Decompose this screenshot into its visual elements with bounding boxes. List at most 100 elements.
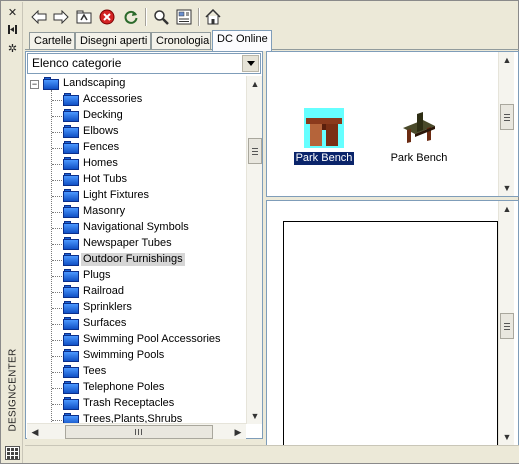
toolbar-separator <box>145 8 147 26</box>
scroll-up-arrow-icon[interactable]: ▲ <box>499 52 515 68</box>
tree-node[interactable]: Decking <box>27 108 246 124</box>
stop-icon[interactable] <box>97 7 117 27</box>
folder-icon <box>63 109 79 122</box>
tree-node-label: Telephone Poles <box>83 381 165 393</box>
tree-node-root[interactable]: − Landscaping <box>27 76 246 92</box>
tab-underline <box>25 49 519 50</box>
tree-node-label: Plugs <box>83 269 111 281</box>
scroll-down-arrow-icon[interactable]: ▼ <box>499 180 515 196</box>
folder-icon <box>43 77 59 90</box>
scroll-left-arrow-icon[interactable]: ◀ <box>27 424 43 440</box>
content-item[interactable]: Park Bench <box>379 108 459 165</box>
favorites-icon[interactable] <box>174 7 194 27</box>
category-dropdown[interactable]: Elenco categorie <box>27 53 261 74</box>
up-icon[interactable] <box>74 7 94 27</box>
tree-node[interactable]: Masonry <box>27 204 246 220</box>
park-bench-front-thumbnail[interactable] <box>304 108 344 148</box>
tab-cartelle[interactable]: Cartelle <box>29 32 75 50</box>
scroll-up-arrow-icon[interactable]: ▲ <box>247 76 263 92</box>
grid-icon[interactable] <box>5 446 20 460</box>
tree-vertical-scrollbar[interactable]: ▲ ▼ <box>246 76 262 424</box>
folder-icon <box>63 333 79 346</box>
folder-icon <box>63 269 79 282</box>
scrollbar-thumb[interactable] <box>500 313 514 339</box>
tree-horizontal-scrollbar[interactable]: ◀ ▶ <box>27 423 246 439</box>
tree-node[interactable]: Trash Receptacles <box>27 396 246 412</box>
tree-node[interactable]: Newspaper Tubes <box>27 236 246 252</box>
vertical-title-bar[interactable]: ✕ ✲ DESIGNCENTER <box>2 2 23 463</box>
tree-node[interactable]: Hot Tubs <box>27 172 246 188</box>
tree-node[interactable]: Plugs <box>27 268 246 284</box>
folder-icon <box>63 301 79 314</box>
folder-icon <box>63 141 79 154</box>
folder-icon <box>63 253 79 266</box>
folder-icon <box>63 349 79 362</box>
preview-vertical-scrollbar[interactable]: ▲ ▼ <box>498 201 514 445</box>
tree-node-label: Swimming Pool Accessories <box>83 333 221 345</box>
tree-node-label: Navigational Symbols <box>83 221 189 233</box>
scroll-down-arrow-icon[interactable]: ▼ <box>247 408 263 424</box>
tree-node[interactable]: Outdoor Furnishings <box>27 252 246 268</box>
scroll-down-arrow-icon[interactable]: ▼ <box>499 429 515 445</box>
tree-node[interactable]: Railroad <box>27 284 246 300</box>
status-bar <box>25 445 519 463</box>
scroll-right-arrow-icon[interactable]: ▶ <box>230 424 246 440</box>
tree-node[interactable]: Homes <box>27 156 246 172</box>
search-icon[interactable] <box>151 7 171 27</box>
tree-node[interactable]: Accessories <box>27 92 246 108</box>
tab-dc-online[interactable]: DC Online <box>212 30 272 51</box>
category-dropdown-value: Elenco categorie <box>32 56 122 70</box>
scroll-up-arrow-icon[interactable]: ▲ <box>499 201 515 217</box>
tree-node[interactable]: Navigational Symbols <box>27 220 246 236</box>
tab-disegni-aperti[interactable]: Disegni aperti <box>75 32 151 50</box>
preview-frame <box>283 221 498 447</box>
panel-title-text: DESIGNCENTER <box>7 348 19 432</box>
chevron-down-icon[interactable] <box>242 55 259 72</box>
tree-node-label: Homes <box>83 157 118 169</box>
collapse-icon[interactable]: − <box>30 80 39 89</box>
autohide-icon[interactable] <box>6 24 19 37</box>
tree-node-label: Masonry <box>83 205 126 217</box>
tree-node-label: Trash Receptacles <box>83 397 175 409</box>
close-icon[interactable]: ✕ <box>6 6 19 19</box>
tree-node-label: Accessories <box>83 93 143 105</box>
tree-node[interactable]: Fences <box>27 140 246 156</box>
tree-node-label: Light Fixtures <box>83 189 150 201</box>
tree-node-label: Swimming Pools <box>83 349 165 361</box>
park-bench-iso-thumbnail[interactable] <box>399 108 439 148</box>
tree-node-label: Outdoor Furnishings <box>81 253 185 266</box>
category-tree: − Landscaping Accessories Decking Elbows Fenc… <box>27 76 246 424</box>
tree-node-label: Elbows <box>83 125 119 137</box>
scrollbar-thumb[interactable] <box>500 104 514 130</box>
reload-icon[interactable] <box>121 7 141 27</box>
forward-icon[interactable] <box>51 7 71 27</box>
scrollbar-thumb[interactable] <box>248 138 262 164</box>
tree-node[interactable]: Sprinklers <box>27 300 246 316</box>
tree-node-label: Fences <box>83 141 120 153</box>
content-vertical-scrollbar[interactable]: ▲ ▼ <box>498 52 514 196</box>
tree-node[interactable]: Swimming Pools <box>27 348 246 364</box>
folder-icon <box>63 157 79 170</box>
tree-node-label: Decking <box>83 109 123 121</box>
tree-node[interactable]: Tees <box>27 364 246 380</box>
content-area: Park Bench Park Bench ▲ ▼ <box>266 51 519 197</box>
back-icon[interactable] <box>29 7 49 27</box>
tree-node[interactable]: Swimming Pool Accessories <box>27 332 246 348</box>
tree-node-label: Surfaces <box>83 317 127 329</box>
tree-node[interactable]: Light Fixtures <box>27 188 246 204</box>
category-panel: Elenco categorie − Landscaping Accessories… <box>25 51 263 439</box>
home-icon[interactable] <box>203 7 223 27</box>
toolbar <box>25 4 519 30</box>
properties-icon[interactable]: ✲ <box>6 42 19 55</box>
folder-icon <box>63 397 79 410</box>
tree-node-label: Landscaping <box>63 77 126 89</box>
folder-icon <box>63 205 79 218</box>
content-item[interactable]: Park Bench <box>284 108 364 166</box>
tree-node[interactable]: Surfaces <box>27 316 246 332</box>
tree-node-label: Newspaper Tubes <box>83 237 172 249</box>
tab-cronologia[interactable]: Cronologia <box>151 32 211 50</box>
tree-node-label: Sprinklers <box>83 301 132 313</box>
scrollbar-thumb[interactable] <box>65 425 213 439</box>
tree-node[interactable]: Elbows <box>27 124 246 140</box>
tree-node[interactable]: Telephone Poles <box>27 380 246 396</box>
